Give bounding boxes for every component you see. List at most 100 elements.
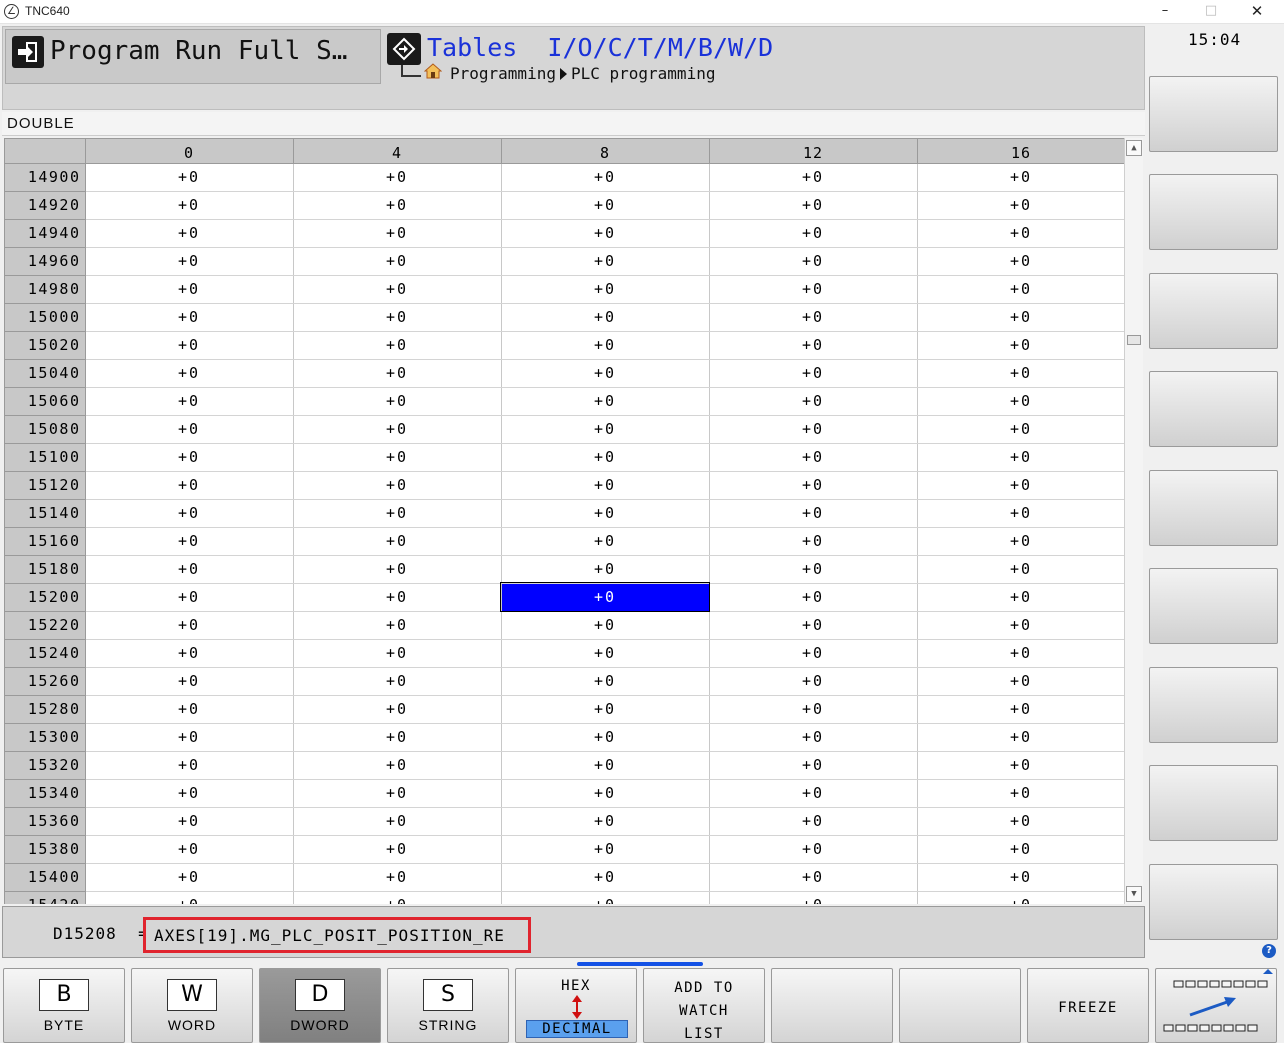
scroll-down-icon[interactable]: ▼ xyxy=(1126,886,1142,902)
scroll-thumb[interactable] xyxy=(1127,335,1141,345)
table-cell[interactable]: +0 xyxy=(917,499,1124,528)
table-cell[interactable]: +0 xyxy=(709,807,918,836)
table-cell[interactable]: +0 xyxy=(85,835,294,864)
maximize-button[interactable]: □ xyxy=(1188,0,1234,24)
table-cell[interactable]: +0 xyxy=(709,611,918,640)
table-cell[interactable]: +0 xyxy=(85,611,294,640)
vertical-softkey-9[interactable] xyxy=(1149,864,1278,940)
table-cell[interactable]: +0 xyxy=(709,555,918,584)
table-cell[interactable]: +0 xyxy=(293,555,502,584)
table-cell[interactable]: +0 xyxy=(709,639,918,668)
table-cell[interactable]: +0 xyxy=(293,163,502,192)
table-cell[interactable]: +0 xyxy=(917,303,1124,332)
scroll-up-icon[interactable]: ▲ xyxy=(1126,140,1142,156)
table-cell[interactable]: +0 xyxy=(917,527,1124,556)
table-cell[interactable]: +0 xyxy=(293,331,502,360)
table-cell[interactable]: +0 xyxy=(293,359,502,388)
table-cell[interactable]: +0 xyxy=(85,163,294,192)
table-cell[interactable]: +0 xyxy=(501,191,710,220)
table-cell[interactable]: +0 xyxy=(709,667,918,696)
table-cell[interactable]: +0 xyxy=(501,751,710,780)
table-cell[interactable]: +0 xyxy=(85,303,294,332)
table-cell[interactable]: +0 xyxy=(917,723,1124,752)
table-cell[interactable]: +0 xyxy=(293,191,502,220)
table-cell[interactable]: +0 xyxy=(709,219,918,248)
table-cell[interactable]: +0 xyxy=(85,891,294,904)
table-cell[interactable]: +0 xyxy=(85,359,294,388)
breadcrumb-programming[interactable]: Programming xyxy=(450,64,556,83)
table-cell[interactable]: +0 xyxy=(917,555,1124,584)
table-cell[interactable]: +0 xyxy=(917,331,1124,360)
table-cell[interactable]: +0 xyxy=(501,163,710,192)
table-cell[interactable]: +0 xyxy=(293,639,502,668)
table-cell[interactable]: +0 xyxy=(709,275,918,304)
table-cell[interactable]: +0 xyxy=(917,471,1124,500)
table-cell[interactable]: +0 xyxy=(293,807,502,836)
empty-softkey-1[interactable] xyxy=(771,968,893,1043)
table-cell[interactable]: +0 xyxy=(293,471,502,500)
table-cell[interactable]: +0 xyxy=(293,219,502,248)
table-cell[interactable]: +0 xyxy=(293,863,502,892)
table-cell[interactable]: +0 xyxy=(501,387,710,416)
table-cell[interactable]: +0 xyxy=(709,863,918,892)
string-softkey[interactable]: S STRING xyxy=(387,968,509,1043)
table-cell[interactable]: +0 xyxy=(85,415,294,444)
vertical-softkey-3[interactable] xyxy=(1149,273,1278,349)
table-cell[interactable]: +0 xyxy=(85,807,294,836)
empty-softkey-2[interactable] xyxy=(899,968,1021,1043)
table-cell[interactable]: +0 xyxy=(85,723,294,752)
table-cell[interactable]: +0 xyxy=(293,751,502,780)
table-cell[interactable]: +0 xyxy=(293,387,502,416)
table-cell[interactable]: +0 xyxy=(917,191,1124,220)
table-cell[interactable]: +0 xyxy=(293,303,502,332)
table-cell[interactable]: +0 xyxy=(917,387,1124,416)
table-cell[interactable]: +0 xyxy=(501,443,710,472)
machine-mode-panel[interactable]: Program Run Full S… xyxy=(5,29,381,84)
table-cell[interactable]: +0 xyxy=(709,835,918,864)
table-cell[interactable]: +0 xyxy=(709,331,918,360)
breadcrumb-plc-programming[interactable]: PLC programming xyxy=(571,64,716,83)
table-cell[interactable]: +0 xyxy=(709,695,918,724)
selected-cell[interactable]: +0 xyxy=(500,582,710,612)
table-cell[interactable]: +0 xyxy=(917,275,1124,304)
table-cell[interactable]: +0 xyxy=(85,191,294,220)
table-cell[interactable]: +0 xyxy=(917,807,1124,836)
table-cell[interactable]: +0 xyxy=(709,415,918,444)
table-cell[interactable]: +0 xyxy=(709,471,918,500)
freeze-softkey[interactable]: FREEZE xyxy=(1027,968,1149,1043)
table-cell[interactable]: +0 xyxy=(85,471,294,500)
table-cell[interactable]: +0 xyxy=(501,807,710,836)
table-cell[interactable]: +0 xyxy=(85,555,294,584)
vertical-scrollbar[interactable]: ▲ ▼ xyxy=(1124,138,1143,904)
table-cell[interactable]: +0 xyxy=(85,275,294,304)
table-cell[interactable]: +0 xyxy=(293,499,502,528)
table-cell[interactable]: +0 xyxy=(709,779,918,808)
table-cell[interactable]: +0 xyxy=(501,415,710,444)
table-cell[interactable]: +0 xyxy=(709,191,918,220)
table-cell[interactable]: +0 xyxy=(917,219,1124,248)
table-cell[interactable]: +0 xyxy=(917,695,1124,724)
table-cell[interactable]: +0 xyxy=(501,471,710,500)
table-cell[interactable]: +0 xyxy=(709,527,918,556)
vertical-softkey-1[interactable] xyxy=(1149,76,1278,152)
table-cell[interactable]: +0 xyxy=(293,275,502,304)
table-cell[interactable]: +0 xyxy=(917,891,1124,904)
table-cell[interactable]: +0 xyxy=(293,611,502,640)
close-button[interactable]: ✕ xyxy=(1234,0,1280,24)
hex-decimal-softkey[interactable]: HEX DECIMAL xyxy=(515,968,637,1043)
table-cell[interactable]: +0 xyxy=(293,667,502,696)
table-cell[interactable]: +0 xyxy=(709,443,918,472)
table-cell[interactable]: +0 xyxy=(501,667,710,696)
table-cell[interactable]: +0 xyxy=(293,695,502,724)
table-cell[interactable]: +0 xyxy=(709,359,918,388)
table-cell[interactable]: +0 xyxy=(85,863,294,892)
table-cell[interactable]: +0 xyxy=(293,527,502,556)
table-cell[interactable]: +0 xyxy=(85,667,294,696)
table-cell[interactable]: +0 xyxy=(501,303,710,332)
table-cell[interactable]: +0 xyxy=(917,359,1124,388)
table-cell[interactable]: +0 xyxy=(917,443,1124,472)
table-cell[interactable]: +0 xyxy=(501,219,710,248)
table-cell[interactable]: +0 xyxy=(709,751,918,780)
table-cell[interactable]: +0 xyxy=(501,527,710,556)
table-cell[interactable]: +0 xyxy=(709,303,918,332)
